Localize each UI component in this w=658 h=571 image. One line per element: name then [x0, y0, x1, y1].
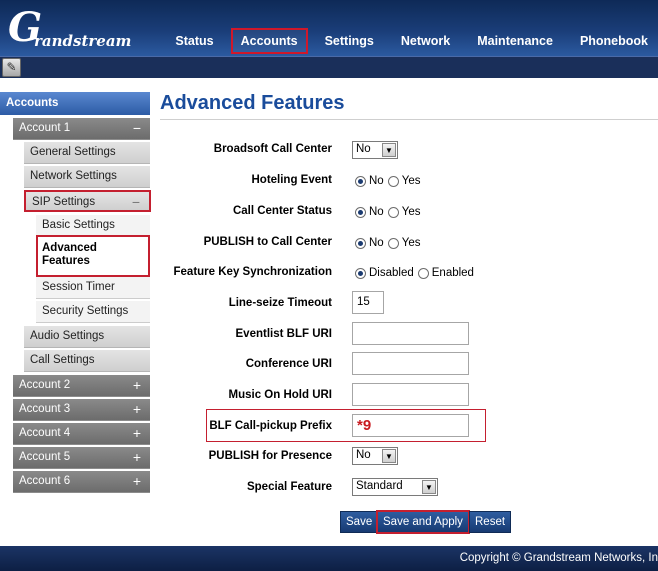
sidebar-item-sip-settings[interactable]: SIP Settings − [24, 190, 151, 212]
nav-status[interactable]: Status [165, 28, 223, 54]
sidebar-item-session-timer[interactable]: Session Timer [36, 277, 150, 299]
sidebar-item-label: Account 1 [19, 122, 71, 134]
ccstatus-yes-radio[interactable] [387, 206, 399, 218]
expand-icon[interactable]: + [133, 425, 141, 441]
broadsoft-label: Broadsoft Call Center [213, 143, 332, 155]
footer: Copyright © Grandstream Networks, In [0, 546, 658, 571]
sidebar-item-account-1[interactable]: Account 1 − [13, 118, 150, 140]
dropdown-arrow-icon: ▼ [382, 143, 396, 157]
sidebar-header-accounts[interactable]: Accounts [0, 92, 150, 115]
collapse-icon[interactable]: − [133, 120, 141, 136]
nav-phonebook[interactable]: Phonebook [570, 28, 658, 54]
sidebar-item-general-settings[interactable]: General Settings [24, 142, 150, 164]
special-value: Standard [356, 480, 403, 492]
hoteling-yes-label: Yes [401, 175, 421, 187]
conference-input[interactable] [352, 352, 469, 375]
sidebar-item-label: Account 6 [19, 475, 71, 487]
sidebar-item-network-settings[interactable]: Network Settings [24, 166, 150, 188]
page-title: Advanced Features [160, 92, 658, 120]
sidebar-item-label: Account 5 [19, 451, 71, 463]
sidebar-item-audio-settings[interactable]: Audio Settings [24, 326, 150, 348]
ccstatus-no-radio[interactable] [355, 206, 366, 218]
reset-button[interactable]: Reset [469, 511, 512, 533]
edit-icon[interactable]: ✎ [2, 58, 21, 77]
sidebar-item-account-3[interactable]: Account 3 + [13, 399, 150, 421]
special-select[interactable]: Standard ▼ [352, 478, 438, 496]
fks-label: Feature Key Synchronization [173, 266, 332, 278]
broadsoft-select[interactable]: No ▼ [352, 141, 398, 159]
eventlist-input[interactable] [352, 322, 469, 345]
ccstatus-no-label: No [369, 206, 384, 218]
save-and-apply-button[interactable]: Save and Apply [376, 510, 470, 534]
dropdown-arrow-icon: ▼ [382, 449, 396, 463]
nav-settings[interactable]: Settings [315, 28, 384, 54]
expand-icon[interactable]: + [133, 449, 141, 465]
sidebar-item-account-5[interactable]: Account 5 + [13, 447, 150, 469]
special-label: Special Feature [246, 481, 332, 493]
nav-maintenance[interactable]: Maintenance [467, 28, 563, 54]
header: G randstream Status Accounts Settings Ne… [0, 0, 658, 56]
publish-presence-label: PUBLISH for Presence [208, 450, 332, 462]
fks-disabled-label: Disabled [369, 267, 414, 279]
expand-icon[interactable]: + [133, 401, 141, 417]
sidebar-item-label: Account 4 [19, 427, 71, 439]
ccstatus-yes-label: Yes [401, 206, 421, 218]
publish-cc-radio-group: No Yes [353, 237, 420, 249]
ccstatus-label: Call Center Status [232, 205, 332, 217]
publish-cc-yes-label: Yes [401, 237, 421, 249]
moh-label: Music On Hold URI [228, 389, 333, 401]
blf-pickup-input[interactable]: *9 [352, 414, 469, 437]
sidebar-item-call-settings[interactable]: Call Settings [24, 350, 150, 372]
sidebar-item-label: Account 3 [19, 403, 71, 415]
moh-input[interactable] [352, 383, 469, 406]
sidebar-item-basic-settings[interactable]: Basic Settings [36, 215, 150, 237]
top-nav: Status Accounts Settings Network Mainten… [158, 28, 658, 54]
sidebar-item-label: SIP Settings [32, 196, 96, 208]
hoteling-radio-group: No Yes [353, 175, 420, 187]
hoteling-yes-radio[interactable] [387, 175, 399, 187]
sidebar-item-advanced-features[interactable]: Advanced Features [36, 235, 150, 277]
sidebar-item-account-6[interactable]: Account 6 + [13, 471, 150, 493]
publish-presence-value: No [356, 449, 371, 461]
sidebar-item-account-2[interactable]: Account 2 + [13, 375, 150, 397]
logo-text: randstream [34, 32, 132, 50]
copyright-text: Copyright © Grandstream Networks, In [459, 552, 658, 564]
publish-cc-no-label: No [369, 237, 384, 249]
expand-icon[interactable]: + [133, 473, 141, 489]
conference-label: Conference URI [245, 358, 332, 370]
dropdown-arrow-icon: ▼ [422, 480, 436, 494]
ccstatus-radio-group: No Yes [353, 206, 420, 218]
toolbar: ✎ [0, 56, 658, 78]
fks-enabled-radio[interactable] [417, 267, 429, 279]
sidebar-item-label: Account 2 [19, 379, 71, 391]
fks-disabled-radio[interactable] [355, 267, 366, 279]
expand-icon[interactable]: + [133, 377, 141, 393]
nav-accounts[interactable]: Accounts [230, 28, 308, 54]
broadsoft-value: No [356, 143, 371, 155]
nav-network[interactable]: Network [391, 28, 460, 54]
lineseize-input[interactable]: 15 [352, 291, 384, 314]
fks-enabled-label: Enabled [431, 267, 474, 279]
publish-presence-select[interactable]: No ▼ [352, 447, 398, 465]
sidebar-item-security-settings[interactable]: Security Settings [36, 301, 150, 323]
save-button[interactable]: Save [340, 511, 379, 533]
fks-radio-group: Disabled Enabled [353, 267, 474, 279]
collapse-icon[interactable]: − [132, 194, 140, 210]
publish-cc-yes-radio[interactable] [387, 237, 399, 249]
hoteling-no-label: No [369, 175, 384, 187]
publish-cc-no-radio[interactable] [355, 237, 366, 249]
sidebar-item-account-4[interactable]: Account 4 + [13, 423, 150, 445]
publish-cc-label: PUBLISH to Call Center [203, 236, 332, 248]
hoteling-no-radio[interactable] [355, 175, 366, 187]
eventlist-label: Eventlist BLF URI [235, 328, 332, 340]
blf-pickup-label: BLF Call-pickup Prefix [209, 420, 332, 432]
lineseize-label: Line-seize Timeout [228, 297, 332, 309]
hoteling-label: Hoteling Event [251, 174, 332, 186]
